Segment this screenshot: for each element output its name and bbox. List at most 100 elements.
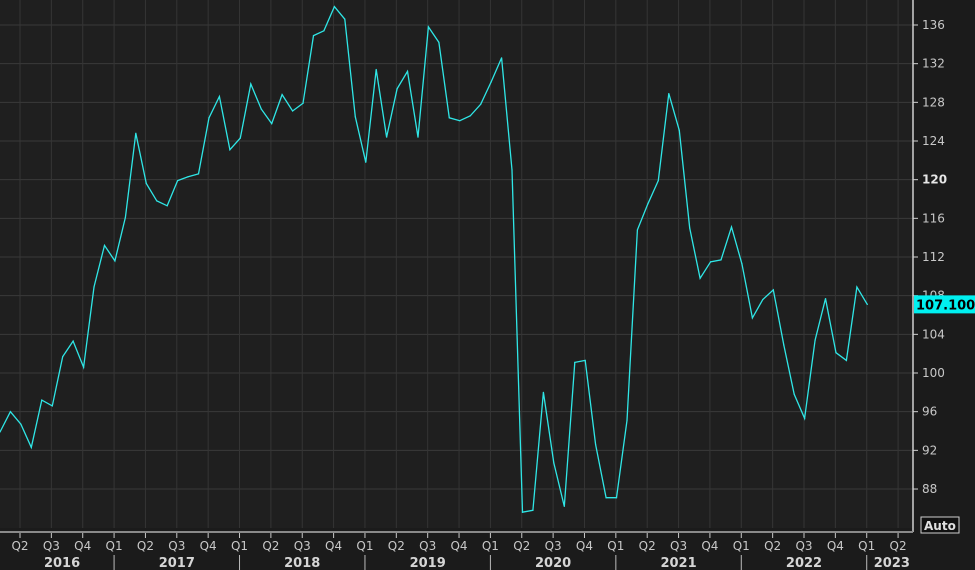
data-point <box>229 149 231 151</box>
year-label: 2023 <box>874 556 910 570</box>
data-point <box>448 117 450 119</box>
data-point <box>595 443 597 446</box>
x-tick-label: Q2 <box>764 539 781 553</box>
x-tick-label: Q1 <box>858 539 875 553</box>
data-point <box>678 129 680 131</box>
x-tick-label: Q2 <box>513 539 530 553</box>
plot-area <box>0 0 913 528</box>
data-point <box>271 123 273 125</box>
data-point <box>239 137 241 139</box>
data-point <box>30 446 32 449</box>
data-point <box>197 173 200 175</box>
data-point <box>156 200 158 202</box>
data-point <box>845 359 848 362</box>
x-tick-label: Q2 <box>11 539 28 553</box>
data-point <box>626 419 628 421</box>
data-point <box>501 57 503 59</box>
x-tick-label: Q3 <box>43 539 60 553</box>
x-tick-label: Q4 <box>450 539 467 553</box>
data-point <box>427 26 430 28</box>
data-point <box>762 298 764 301</box>
data-point <box>438 41 440 44</box>
x-tick-label: Q3 <box>168 539 185 553</box>
data-point <box>386 136 388 138</box>
data-point <box>699 277 701 279</box>
data-point <box>396 88 398 90</box>
data-point <box>51 405 53 407</box>
data-point <box>41 399 43 401</box>
data-point <box>135 132 137 134</box>
data-point <box>344 18 346 20</box>
year-label: 2018 <box>284 556 320 570</box>
x-tick-label: Q2 <box>890 539 907 553</box>
data-point <box>824 297 827 300</box>
data-point <box>866 303 868 305</box>
year-label: 2019 <box>410 556 446 570</box>
data-point <box>751 317 754 319</box>
data-point <box>250 83 252 85</box>
y-tick-label: 88 <box>922 482 937 496</box>
x-tick-label: Q1 <box>231 539 248 553</box>
x-axis-ticks: Q2 Q3 Q4 Q1 Q2 Q3 Q4 Q1 Q2 Q3 Q4 Q1 Q2 Q3 Q4 Q1 Q2 Q3 Q4 Q1… <box>11 533 910 570</box>
x-tick-label: Q2 <box>388 539 405 553</box>
year-label: 2016 <box>44 556 80 570</box>
data-point <box>9 411 12 413</box>
y-tick-label: 136 <box>922 18 945 32</box>
data-point <box>302 102 304 104</box>
data-point <box>93 286 95 288</box>
y-tick-label: 92 <box>922 443 937 457</box>
auto-scale-label: Auto <box>924 519 956 533</box>
y-tick-label: 128 <box>922 95 945 109</box>
x-tick-label: Q1 <box>482 539 499 553</box>
data-point <box>636 229 639 231</box>
auto-scale-button[interactable]: Auto <box>920 516 960 534</box>
data-point <box>375 68 377 71</box>
data-point <box>814 339 816 341</box>
data-point <box>730 226 733 228</box>
data-point <box>772 289 774 291</box>
x-tick-label: Q3 <box>294 539 311 553</box>
data-point <box>406 70 409 73</box>
data-point <box>365 161 367 163</box>
y-tick-label: 104 <box>922 327 945 341</box>
x-tick-label: Q4 <box>827 539 844 553</box>
data-point <box>521 511 524 513</box>
data-point <box>615 497 618 499</box>
y-tick-label: 112 <box>922 250 945 264</box>
data-point <box>218 95 221 98</box>
x-tick-label: Q4 <box>576 539 593 553</box>
data-point <box>417 136 419 138</box>
y-tick-label: 120 <box>922 173 947 187</box>
data-point <box>804 417 806 420</box>
y-tick-label: 116 <box>922 211 945 225</box>
x-tick-label: Q3 <box>419 539 436 553</box>
y-tick-label: 132 <box>922 57 945 71</box>
data-point <box>710 261 712 263</box>
data-point <box>187 176 189 178</box>
data-point <box>166 205 168 207</box>
x-tick-label: Q2 <box>639 539 656 553</box>
data-point <box>480 103 482 105</box>
data-point <box>83 366 85 368</box>
x-tick-label: Q4 <box>325 539 342 553</box>
data-point <box>177 180 179 182</box>
data-point <box>647 203 649 205</box>
data-point <box>835 352 837 354</box>
line-chart: 889296100104108112116120124128132136 Q2Q… <box>0 0 975 570</box>
x-tick-label: Q1 <box>607 539 624 553</box>
x-tick-label: Q2 <box>262 539 279 553</box>
data-point <box>741 263 743 265</box>
data-point <box>511 169 513 171</box>
x-tick-label: Q3 <box>795 539 812 553</box>
year-label: 2021 <box>660 556 696 570</box>
data-point <box>312 35 315 37</box>
data-point <box>469 115 471 117</box>
x-tick-label: Q4 <box>200 539 217 553</box>
y-tick-label: 124 <box>922 134 945 148</box>
data-point <box>333 6 335 8</box>
year-label: 2020 <box>535 556 571 570</box>
data-point <box>783 344 785 346</box>
data-point <box>72 340 74 342</box>
x-tick-label: Q1 <box>106 539 123 553</box>
data-point <box>62 355 64 358</box>
